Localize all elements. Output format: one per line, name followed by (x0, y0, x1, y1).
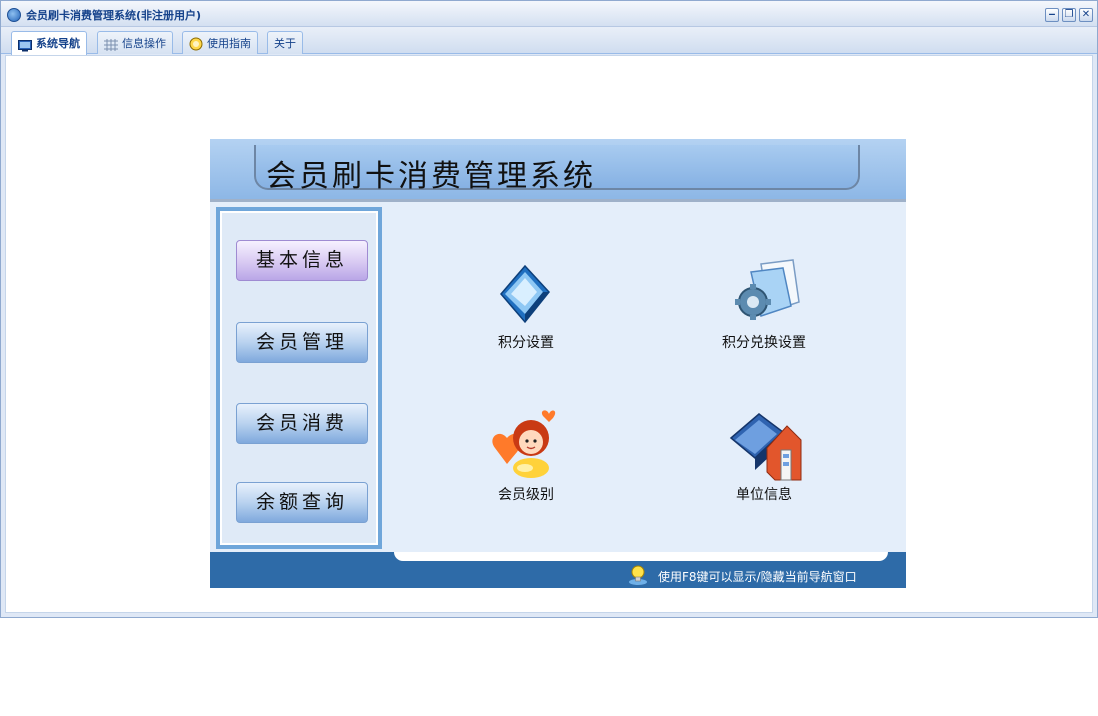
header-title-plate: 会员刷卡消费管理系统 (254, 145, 860, 194)
feature-points-settings[interactable]: 积分设置 (456, 256, 596, 366)
footer-hint: 使用F8键可以显示/隐藏当前导航窗口 (658, 570, 857, 584)
title-bar: 会员刷卡消费管理系统(非注册用户) ‒ ❐ ✕ (1, 1, 1097, 27)
minimize-button[interactable]: ‒ (1045, 8, 1059, 22)
lightbulb-icon (628, 564, 648, 586)
tab-bar: 系统导航 信息操作 使用指南 关于 (1, 27, 1097, 55)
sidebar-button-balance-query[interactable]: 余额查询 (236, 482, 368, 523)
gear-folder-icon (725, 256, 803, 330)
grid-icon (104, 37, 118, 51)
feature-label: 积分设置 (498, 335, 554, 351)
sidebar: 基本信息 会员管理 会员消费 余额查询 (216, 207, 382, 549)
feature-unit-info[interactable]: 单位信息 (694, 408, 834, 518)
window-title: 会员刷卡消费管理系统(非注册用户) (26, 9, 202, 22)
feature-label: 积分兑换设置 (722, 335, 806, 351)
close-button[interactable]: ✕ (1079, 8, 1093, 22)
tab-about[interactable]: 关于 (267, 31, 303, 54)
panel-header: 会员刷卡消费管理系统 (210, 139, 906, 202)
panel-footer: 使用F8键可以显示/隐藏当前导航窗口 (210, 552, 906, 588)
feature-member-level[interactable]: 会员级别 (456, 408, 596, 518)
app-logo-icon (7, 8, 21, 22)
feature-label: 会员级别 (498, 487, 554, 503)
feature-points-exchange-settings[interactable]: 积分兑换设置 (694, 256, 834, 366)
sidebar-inner: 基本信息 会员管理 会员消费 余额查询 (220, 211, 378, 545)
content-area: 会员刷卡消费管理系统 基本信息 会员管理 会员消费 余额查询 积分设置 积分兑换… (5, 55, 1093, 613)
tab-user-guide[interactable]: 使用指南 (182, 31, 258, 54)
tab-label: 信息操作 (122, 36, 166, 50)
monitor-icon (18, 38, 32, 51)
tab-label: 系统导航 (36, 37, 80, 50)
tab-label: 使用指南 (207, 36, 251, 50)
house-book-icon (725, 408, 803, 482)
sidebar-button-member-manage[interactable]: 会员管理 (236, 322, 368, 363)
app-window: 会员刷卡消费管理系统(非注册用户) ‒ ❐ ✕ 系统导航 信息操作 使用指南 关… (0, 0, 1098, 618)
help-icon (189, 37, 203, 51)
footer-curve (394, 552, 888, 561)
girl-avatar-icon (487, 408, 565, 482)
tab-label: 关于 (274, 36, 296, 50)
tab-system-nav[interactable]: 系统导航 (11, 31, 87, 55)
restore-button[interactable]: ❐ (1062, 8, 1076, 22)
feature-grid: 积分设置 积分兑换设置 会员级别 单位信息 (386, 202, 906, 552)
sidebar-button-member-consume[interactable]: 会员消费 (236, 403, 368, 444)
tab-info-ops[interactable]: 信息操作 (97, 31, 173, 54)
feature-label: 单位信息 (736, 487, 792, 503)
sidebar-button-basic-info[interactable]: 基本信息 (236, 240, 368, 281)
book-icon (487, 256, 565, 330)
navigation-panel: 会员刷卡消费管理系统 基本信息 会员管理 会员消费 余额查询 积分设置 积分兑换… (210, 139, 906, 588)
panel-title: 会员刷卡消费管理系统 (266, 159, 596, 194)
